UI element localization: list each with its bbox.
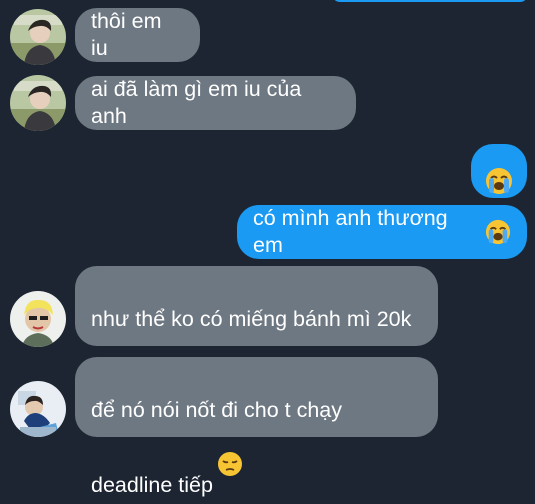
message-text: ai đã làm gì em iu của anh [91,77,302,128]
message-text: có mình anh thương em [253,206,448,257]
pensive-face-icon [217,424,243,504]
message-bubble[interactable]: thôi em iu [75,8,200,62]
avatar[interactable] [10,9,66,65]
loudly-crying-face-icon [485,192,511,272]
message-bubble[interactable]: để nó nói nốt đi cho t chạy deadline tiế… [75,357,438,497]
message-bubble[interactable] [471,144,527,198]
message-text: thôi em iu [91,9,162,60]
avatar[interactable] [10,291,66,347]
message-bubble[interactable]: có mình anh thương em [237,205,527,259]
message-bubble[interactable]: như thể ko có miếng bánh mì 20k nào vào … [75,266,438,403]
avatar[interactable] [10,75,66,131]
avatar[interactable] [10,381,66,437]
message-bubble[interactable]: ai đã làm gì em iu của anh [75,76,356,130]
previous-outgoing-bubble-edge [332,0,528,2]
